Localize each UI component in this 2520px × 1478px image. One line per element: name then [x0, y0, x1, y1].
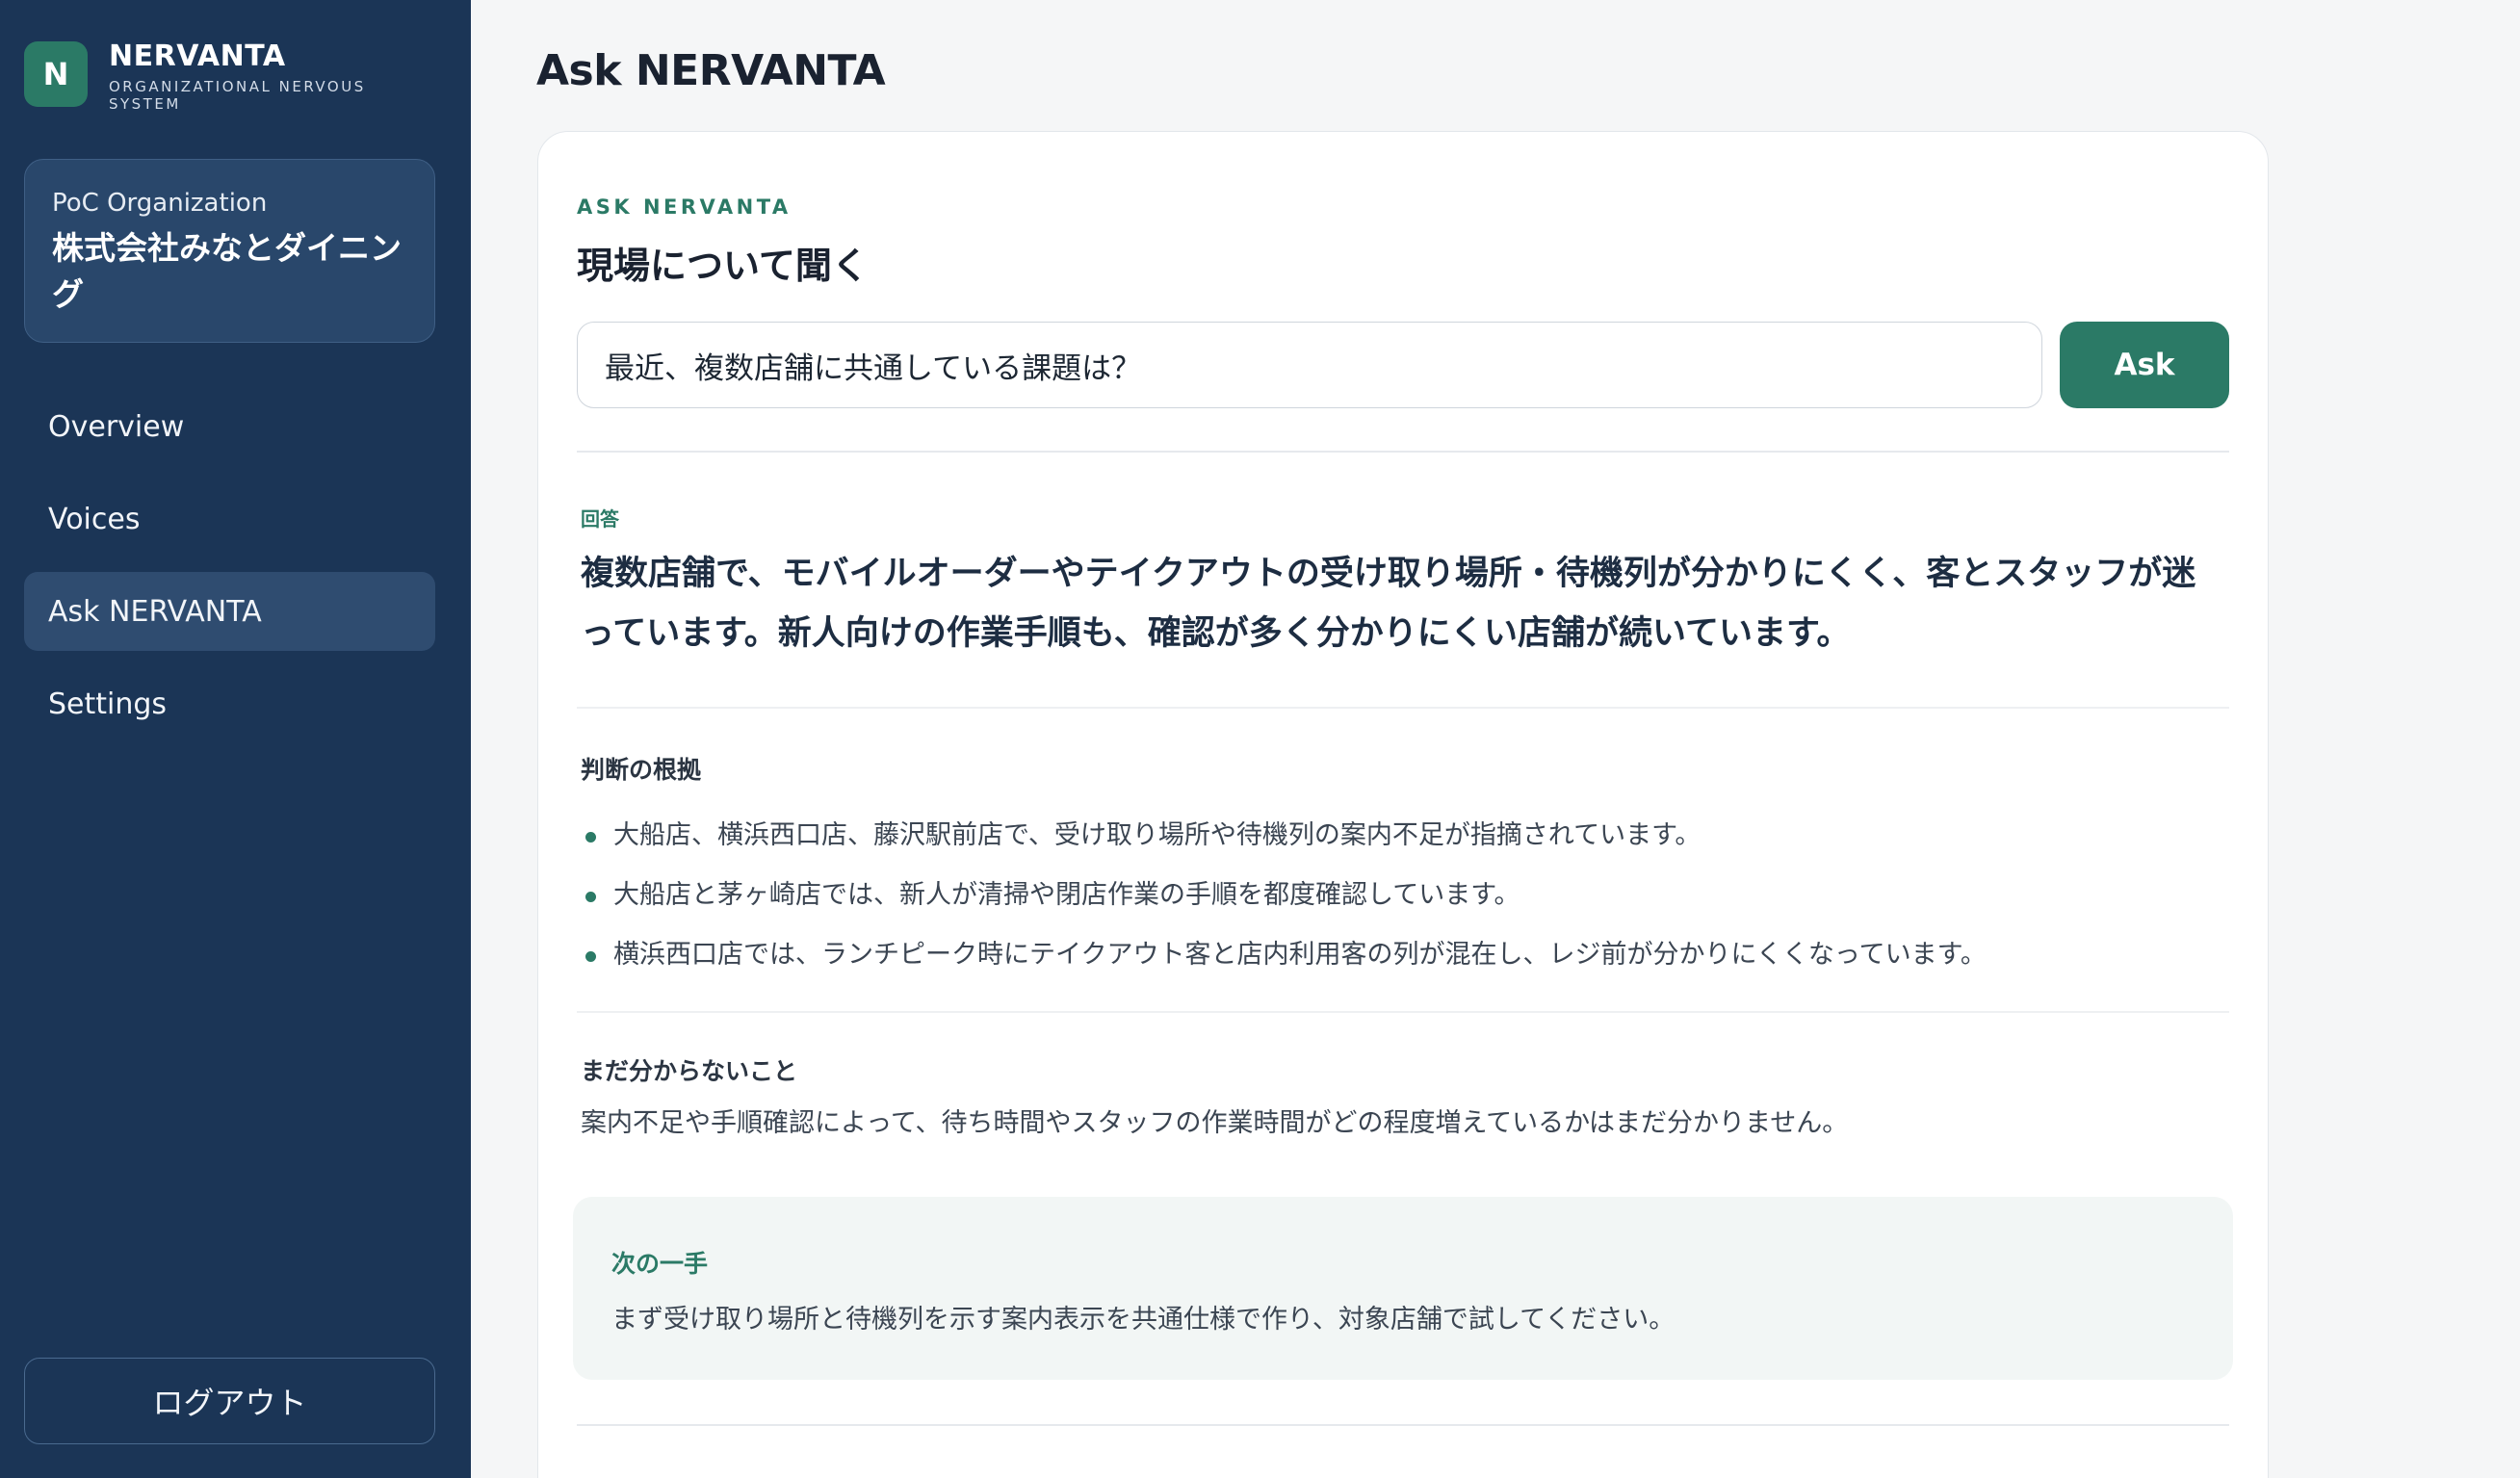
ask-button[interactable]: Ask	[2060, 322, 2229, 408]
brand: N NERVANTA ORGANIZATIONAL NERVOUS SYSTEM	[24, 39, 388, 113]
org-label: PoC Organization	[52, 189, 268, 218]
list-item: 横浜西口店では、ランチピーク時にテイクアウト客と店内利用客の列が混在し、レジ前が…	[581, 925, 2218, 985]
ask-row: Ask	[577, 322, 2229, 408]
answer-label: 回答	[581, 507, 619, 531]
app-root: N NERVANTA ORGANIZATIONAL NERVOUS SYSTEM…	[0, 0, 2520, 1478]
reason-text: 大船店、横浜西口店、藤沢駅前店で、受け取り場所や待機列の案内不足が指摘されていま…	[613, 820, 1702, 850]
brand-logo-icon: N	[24, 41, 88, 107]
main-content: Ask NERVANTA ASK NERVANTA 現場について聞く Ask 回…	[471, 0, 2520, 1478]
org-name: 株式会社みなとダイニング	[52, 229, 402, 313]
org-card: PoC Organization 株式会社みなとダイニング	[24, 159, 435, 343]
list-item: 大船店と茅ヶ崎店では、新人が清掃や閉店作業の手順を都度確認しています。	[581, 866, 2218, 925]
sidebar-item-overview[interactable]: Overview	[24, 387, 435, 466]
brand-name: NERVANTA	[109, 39, 286, 73]
question-input[interactable]	[577, 322, 2042, 408]
divider	[577, 1011, 2229, 1013]
reason-text: 大船店と茅ヶ崎店では、新人が清掃や閉店作業の手順を都度確認しています。	[613, 880, 1520, 910]
divider	[577, 707, 2229, 709]
sidebar-item-ask-nervanta[interactable]: Ask NERVANTA	[24, 572, 435, 651]
reasons-list: 大船店、横浜西口店、藤沢駅前店で、受け取り場所や待機列の案内不足が指摘されていま…	[581, 806, 2218, 985]
unknown-heading: まだ分からないこと	[581, 1057, 798, 1085]
ask-card: ASK NERVANTA 現場について聞く Ask 回答 複数店舗で、モバイルオ…	[537, 131, 2269, 1478]
reason-text: 横浜西口店では、ランチピーク時にテイクアウト客と店内利用客の列が混在し、レジ前が…	[613, 940, 1987, 970]
next-step-label: 次の一手	[611, 1250, 709, 1278]
answer-text: 複数店舗で、モバイルオーダーやテイクアウトの受け取り場所・待機列が分かりにくく、…	[581, 555, 2196, 653]
bullet-dot-icon	[585, 832, 596, 843]
bullet-dot-icon	[585, 892, 596, 902]
reasons-heading: 判断の根拠	[581, 756, 702, 784]
brand-text: NERVANTA ORGANIZATIONAL NERVOUS SYSTEM	[109, 39, 388, 113]
sidebar-item-settings[interactable]: Settings	[24, 664, 435, 743]
next-step-box: 次の一手 まず受け取り場所と待機列を示す案内表示を共通仕様で作り、対象店舗で試し…	[573, 1197, 2233, 1380]
ask-eyebrow: ASK NERVANTA	[577, 195, 792, 219]
brand-subtitle: ORGANIZATIONAL NERVOUS SYSTEM	[109, 78, 366, 113]
list-item: 大船店、横浜西口店、藤沢駅前店で、受け取り場所や待機列の案内不足が指摘されていま…	[581, 806, 2218, 866]
sidebar-nav: Overview Voices Ask NERVANTA Settings	[24, 387, 435, 757]
sidebar-item-voices[interactable]: Voices	[24, 480, 435, 558]
divider	[577, 1424, 2229, 1426]
next-step-text: まず受け取り場所と待機列を示す案内表示を共通仕様で作り、対象店舗で試してください…	[611, 1305, 1676, 1335]
sidebar: N NERVANTA ORGANIZATIONAL NERVOUS SYSTEM…	[0, 0, 471, 1478]
divider	[577, 451, 2229, 453]
unknown-text: 案内不足や手順確認によって、待ち時間やスタッフの作業時間がどの程度増えているかは…	[581, 1108, 1849, 1138]
logout-button[interactable]: ログアウト	[24, 1358, 435, 1444]
bullet-dot-icon	[585, 951, 596, 962]
page-title: Ask NERVANTA	[536, 46, 886, 95]
ask-section-title: 現場について聞く	[577, 245, 869, 287]
